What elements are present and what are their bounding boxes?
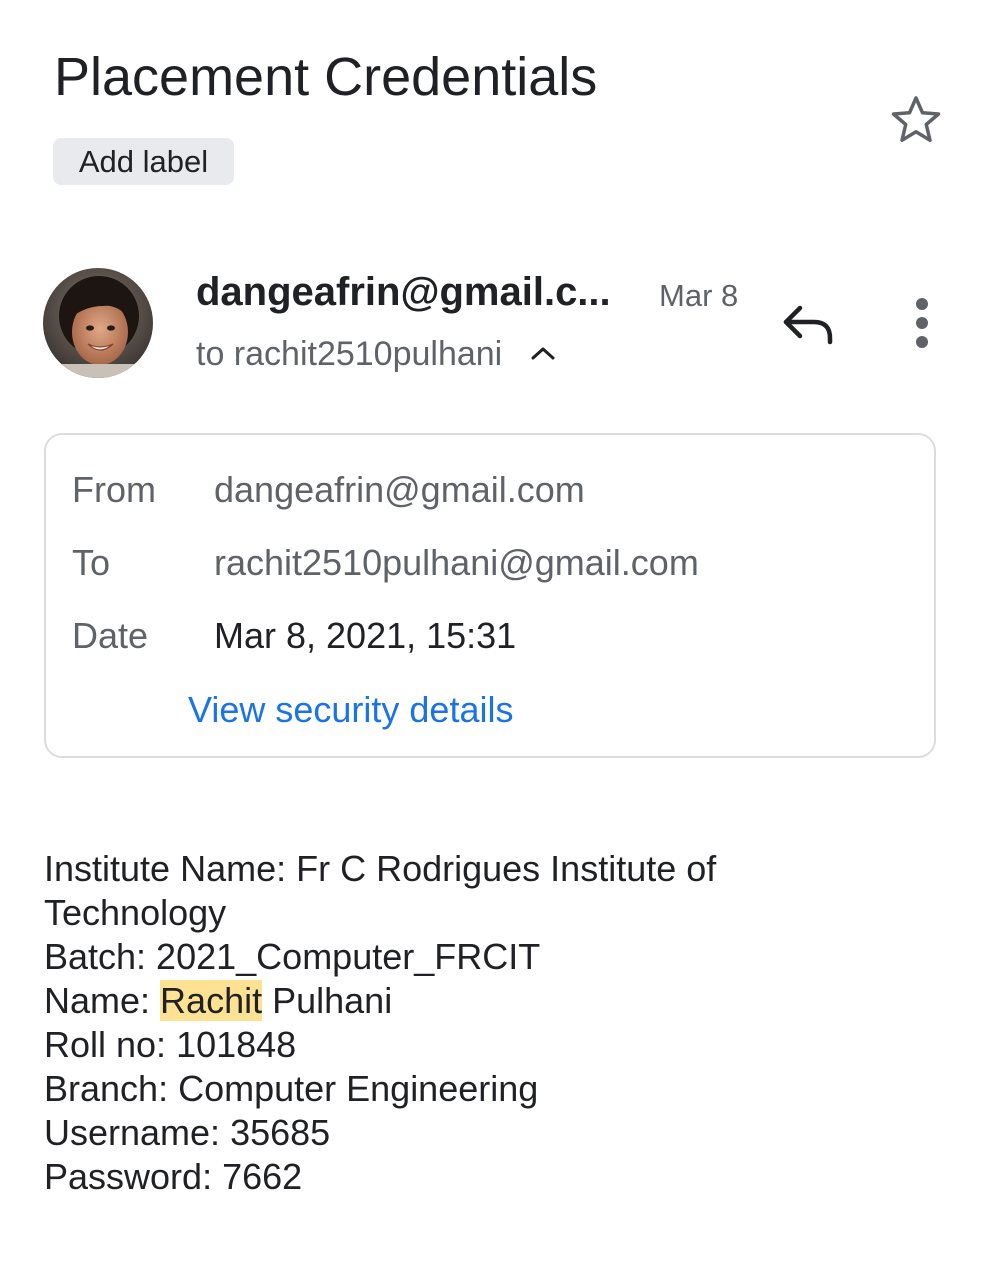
body-line-batch: Batch: 2021_Computer_FRCIT (44, 936, 541, 977)
body-line-branch: Branch: Computer Engineering (44, 1068, 539, 1109)
add-label-button[interactable]: Add label (53, 138, 234, 185)
email-body: Institute Name: Fr C Rodrigues Institute… (44, 847, 784, 1199)
name-suffix: Pulhani (262, 980, 393, 1021)
body-line-username: Username: 35685 (44, 1112, 331, 1153)
body-line-name: Name: Rachit Pulhani (44, 979, 784, 1023)
email-date: Mar 8 (659, 278, 739, 313)
chevron-up-icon[interactable] (530, 345, 556, 361)
detail-value-from: dangeafrin@gmail.com (214, 469, 585, 510)
view-security-details-link[interactable]: View security details (188, 687, 513, 733)
sender-name: dangeafrin@gmail.c... (196, 270, 611, 314)
body-line-roll: Roll no: 101848 (44, 1024, 297, 1065)
body-line-institute-cont: Technology (44, 892, 227, 933)
reply-icon[interactable] (778, 298, 838, 350)
message-details-card: From dangeafrin@gmail.com To rachit2510p… (44, 433, 936, 758)
recipient-text: to rachit2510pulhani (196, 335, 503, 373)
detail-value-date: Mar 8, 2021, 15:31 (214, 615, 517, 656)
detail-value-to: rachit2510pulhani@gmail.com (214, 542, 699, 583)
email-subject: Placement Credentials (54, 47, 598, 107)
name-prefix: Name: (44, 980, 161, 1021)
detail-label-date: Date (72, 615, 149, 656)
detail-label-to: To (72, 542, 111, 583)
search-highlight: Rachit (160, 980, 263, 1021)
body-line-password: Password: 7662 (44, 1156, 303, 1197)
more-vert-icon[interactable] (902, 296, 942, 352)
sender-avatar[interactable] (43, 268, 153, 378)
recipient-toggle[interactable]: to rachit2510pulhani (196, 332, 556, 376)
body-line-institute: Institute Name: Fr C Rodrigues Institute… (44, 848, 717, 889)
detail-label-from: From (72, 469, 156, 510)
star-icon[interactable] (886, 90, 946, 150)
